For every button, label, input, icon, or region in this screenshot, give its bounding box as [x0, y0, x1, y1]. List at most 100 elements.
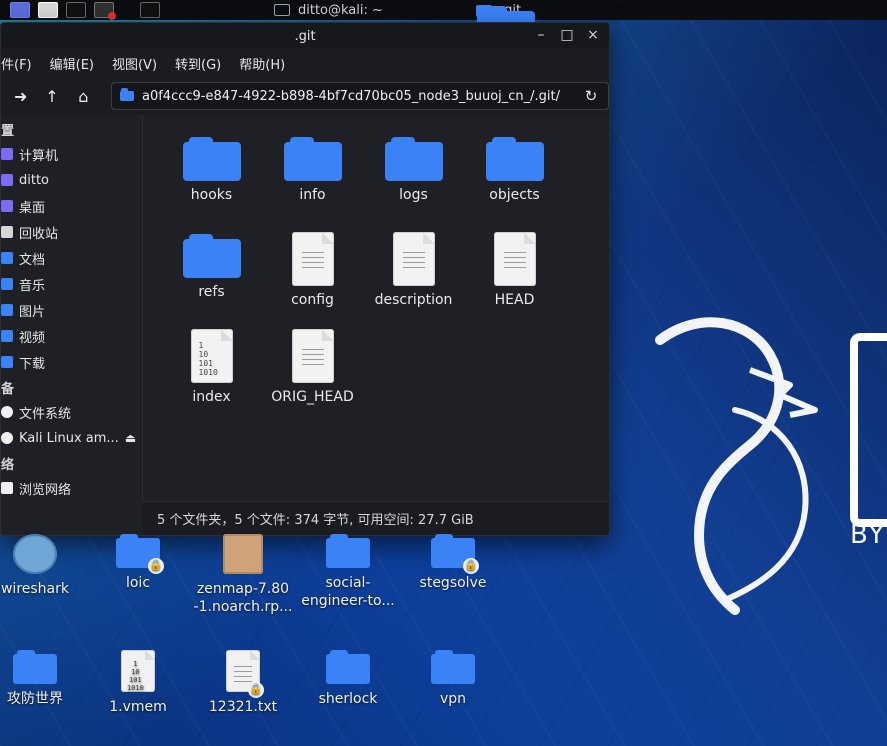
screen-recorder-icon[interactable]	[94, 2, 116, 20]
binary-file-icon: 1 10 101 1010	[190, 329, 233, 383]
path-bar[interactable]: a0f4ccc9-e847-4922-b898-4bf7cd70bc05_nod…	[110, 82, 609, 110]
lock-icon: 🔒	[463, 558, 479, 574]
sidebar-item-label: 音乐	[19, 278, 46, 294]
task-terminal[interactable]: ditto@kali: ~	[274, 0, 383, 20]
sidebar-item-videos[interactable]: 视频	[1, 323, 142, 349]
task-folder[interactable]: .git	[476, 0, 535, 50]
sidebar-item-computer[interactable]: 计算机	[1, 141, 142, 167]
desktop-icon-sherlock[interactable]: sherlock	[293, 650, 403, 708]
window-title: .git	[294, 28, 316, 44]
sidebar-item-pictures[interactable]: 图片	[1, 297, 142, 323]
forward-icon[interactable]: ➜	[11, 85, 30, 107]
terminal-icon[interactable]	[66, 2, 86, 18]
computer-icon	[1, 148, 13, 160]
file-item-index[interactable]: 1 10 101 1010 index	[161, 329, 262, 426]
up-icon[interactable]: ↑	[42, 85, 61, 107]
desktop-icon-12321[interactable]: 🔒 12321.txt	[188, 650, 298, 716]
status-bar: 5 个文件夹，5 个文件: 374 字节, 可用空间: 27.7 GiB	[143, 501, 609, 535]
menu-help[interactable]: 帮助(H)	[239, 54, 285, 73]
videos-icon	[1, 330, 13, 342]
file-name: config	[291, 292, 334, 308]
file-item-orig-head[interactable]: ORIG_HEAD	[262, 329, 363, 426]
binary-digits: 1 10 101 1010	[127, 660, 144, 692]
file-item-info[interactable]: info	[262, 135, 363, 232]
menu-go[interactable]: 转到(G)	[175, 54, 221, 73]
text-lines-icon	[301, 349, 324, 369]
desktop-icons: wireshark 🔒 loic zenmap-7.80 -1.noarch.r…	[0, 532, 887, 746]
workspace-icon[interactable]	[140, 2, 160, 18]
desktop-icon-stegsolve[interactable]: 🔒 stegsolve	[398, 534, 508, 592]
window-controls: – □ ×	[535, 27, 599, 43]
folder-icon	[13, 650, 57, 684]
home-icon[interactable]: ⌂	[74, 85, 93, 107]
text-file-icon	[392, 232, 435, 286]
sidebar-item-label: ditto	[19, 172, 50, 188]
folder-icon	[384, 137, 443, 181]
sidebar-item-home[interactable]: ditto	[1, 167, 142, 193]
file-name: hooks	[190, 187, 233, 203]
sidebar-item-kali-disk[interactable]: Kali Linux am... ⏏	[1, 425, 142, 451]
sidebar-item-music[interactable]: 音乐	[1, 271, 142, 297]
desktop-icon-label: loic	[125, 575, 151, 591]
lock-icon: 🔒	[148, 558, 164, 574]
desktop-icon-label: vpn	[439, 691, 467, 707]
file-name: ORIG_HEAD	[271, 389, 354, 405]
navigation-toolbar: ➜ ↑ ⌂ a0f4ccc9-e847-4922-b898-4bf7cd70bc…	[1, 77, 609, 115]
disk-icon	[1, 432, 13, 444]
menu-view[interactable]: 视图(V)	[112, 54, 157, 73]
window-titlebar[interactable]: .git – □ ×	[1, 23, 609, 49]
text-file-icon	[291, 329, 334, 383]
desktop-icon-label: 1.vmem	[109, 699, 167, 715]
file-manager-icon[interactable]	[38, 2, 58, 18]
folder-icon	[182, 234, 241, 278]
text-lines-icon	[402, 252, 425, 272]
eject-icon[interactable]: ⏏	[125, 431, 136, 445]
file-item-logs[interactable]: logs	[363, 135, 464, 232]
sidebar-item-desktop[interactable]: 桌面	[1, 193, 142, 219]
menu-bar: 件(F) 编辑(E) 视图(V) 转到(G) 帮助(H)	[1, 49, 609, 77]
window-content: 置 计算机 ditto 桌面 回收站 文档 音乐 图片 视频 下载 备 文件系统…	[1, 115, 609, 501]
drive-icon	[1, 406, 13, 418]
app-launcher-icon[interactable]	[10, 2, 30, 18]
network-icon	[1, 482, 13, 494]
desktop-icon-label: sherlock	[318, 691, 378, 707]
menu-file[interactable]: 件(F)	[1, 54, 32, 73]
sidebar-item-label: 桌面	[19, 200, 46, 216]
desktop-icon-social-engineer[interactable]: social- engineer-to...	[293, 534, 403, 610]
folder-icon: 🔒	[116, 534, 164, 574]
sidebar-item-label: 图片	[19, 304, 46, 320]
desktop-icon-wireshark[interactable]: wireshark	[0, 534, 90, 598]
file-item-head[interactable]: HEAD	[464, 232, 565, 329]
folder-task-icon	[476, 5, 535, 50]
desktop-icon-loic[interactable]: 🔒 loic	[83, 534, 193, 592]
desktop-icon-zenmap[interactable]: zenmap-7.80 -1.noarch.rp...	[188, 534, 298, 616]
file-item-objects[interactable]: objects	[464, 135, 565, 232]
file-name: index	[192, 389, 231, 405]
sidebar-item-documents[interactable]: 文档	[1, 245, 142, 271]
sidebar-item-browse-network[interactable]: 浏览网络	[1, 475, 142, 501]
pictures-icon	[1, 304, 13, 316]
text-file-icon	[291, 232, 334, 286]
path-text: a0f4ccc9-e847-4922-b898-4bf7cd70bc05_nod…	[141, 88, 561, 104]
maximize-button[interactable]: □	[560, 27, 573, 43]
close-button[interactable]: ×	[587, 27, 599, 43]
menu-edit[interactable]: 编辑(E)	[50, 54, 94, 73]
desktop-icon-label: zenmap-7.80 -1.noarch.rp...	[193, 581, 293, 615]
file-item-hooks[interactable]: hooks	[161, 135, 262, 232]
downloads-icon	[1, 356, 13, 368]
folder-icon	[283, 137, 342, 181]
sidebar-item-trash[interactable]: 回收站	[1, 219, 142, 245]
file-item-description[interactable]: description	[363, 232, 464, 329]
reload-icon[interactable]: ↻	[582, 87, 600, 105]
sidebar-item-filesystem[interactable]: 文件系统	[1, 399, 142, 425]
desktop-icon-vpn[interactable]: vpn	[398, 650, 508, 708]
minimize-button[interactable]: –	[535, 27, 547, 43]
desktop-icon-gongfang[interactable]: 攻防世界	[0, 650, 90, 708]
file-item-config[interactable]: config	[262, 232, 363, 329]
music-icon	[1, 278, 13, 290]
trash-icon	[1, 226, 13, 238]
file-item-refs[interactable]: refs	[161, 232, 262, 329]
binary-file-icon: 1 10 101 1010	[121, 650, 155, 692]
desktop-icon-vmem[interactable]: 1 10 101 1010 1.vmem	[83, 650, 193, 716]
sidebar-item-downloads[interactable]: 下载	[1, 349, 142, 375]
